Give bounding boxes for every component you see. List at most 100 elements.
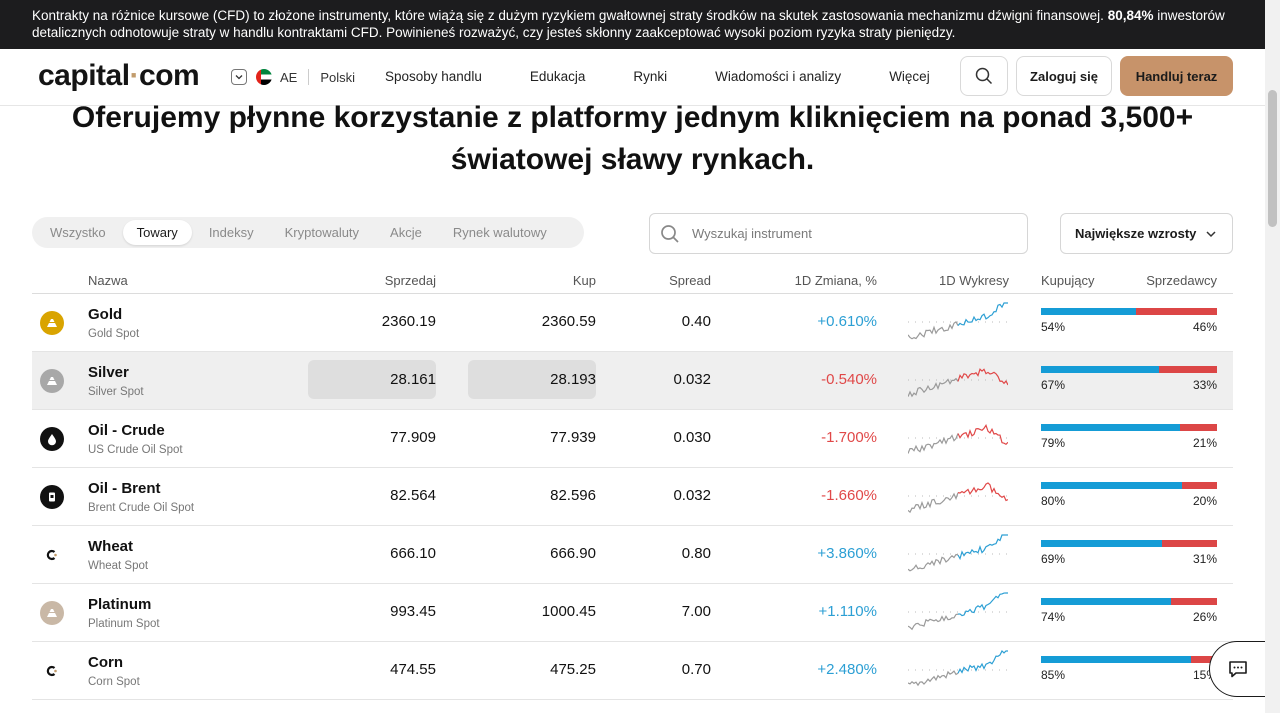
chevron-down-icon [1206,231,1216,238]
sentiment-bar [1041,540,1217,547]
region-code: AE [280,69,298,85]
sellers-fill [1136,308,1217,315]
trade-now-button[interactable]: Handluj teraz [1120,56,1233,96]
sellers-fill [1162,540,1217,547]
col-spread[interactable]: Spread [669,273,711,288]
sell-price[interactable]: 2360.19 [382,313,436,330]
table-row[interactable]: Gold Gold Spot 2360.19 2360.59 0.40 +0.610% 54… [32,294,1233,352]
table-row[interactable]: Corn Corn Spot 474.55 475.25 0.70 +2.480% 85% 1… [32,642,1233,700]
table-row[interactable]: Platinum Platinum Spot 993.45 1000.45 7.00 +1… [32,584,1233,642]
chat-bubble-icon [1228,661,1247,678]
spread-value: 0.80 [681,545,711,562]
tab-commodities[interactable]: Towary [122,220,192,245]
asset-name[interactable]: Wheat [88,538,133,555]
buyers-fill [1041,598,1172,605]
sellers-percent: 33% [1192,378,1217,392]
main-nav: Sposoby handlu Edukacja Rynki Wiadomości… [385,69,978,84]
tab-indices[interactable]: Indeksy [195,220,268,245]
sentiment-bar [1041,482,1217,489]
language-label[interactable]: Polski [320,70,355,85]
sell-price[interactable]: 28.161 [390,371,436,388]
asset-subtitle: Gold Spot [88,328,140,340]
tab-shares[interactable]: Akcje [376,220,436,245]
change-percent: -1.660% [821,487,877,504]
sell-price[interactable]: 474.55 [390,661,436,678]
tab-all[interactable]: Wszystko [36,220,120,245]
logo-dot: · [129,59,140,92]
sell-price[interactable]: 993.45 [390,603,436,620]
scrollbar-thumb[interactable] [1268,90,1277,227]
sellers-fill [1180,424,1217,431]
asset-name[interactable]: Gold [88,306,122,323]
buy-price[interactable]: 666.90 [550,545,596,562]
sparkline-chart [908,423,1008,454]
header-search-button[interactable] [960,56,1008,96]
col-name[interactable]: Nazwa [88,273,128,288]
buy-price[interactable]: 1000.45 [542,603,596,620]
oil-drop-icon [40,427,64,451]
asset-subtitle: US Crude Oil Spot [88,444,183,456]
change-percent: +0.610% [817,313,877,330]
tab-crypto[interactable]: Kryptowaluty [271,220,373,245]
chevron-down-icon[interactable] [231,69,247,85]
buy-price[interactable]: 82.596 [550,487,596,504]
capital-logo-icon [40,659,64,683]
col-sell[interactable]: Sprzedaj [385,273,436,288]
login-button[interactable]: Zaloguj się [1016,56,1112,96]
change-percent: +1.110% [818,603,877,620]
buy-price[interactable]: 77.939 [550,429,596,446]
table-row[interactable]: Silver Silver Spot 28.161 28.193 0.032 -0.540… [32,352,1233,410]
nav-item-more[interactable]: Więcej [889,69,930,84]
silver-bars-icon [40,369,64,393]
table-row[interactable]: Oil - Crude US Crude Oil Spot 77.909 77.939… [32,410,1233,468]
sparkline-chart [908,302,1008,340]
nav-item-education[interactable]: Edukacja [530,69,586,84]
locale-selector[interactable]: AE Polski [231,68,355,86]
risk-text: Kontrakty na różnice kursowe (CFD) to zł… [32,8,1104,23]
asset-name[interactable]: Oil - Crude [88,422,165,439]
nav-item-markets[interactable]: Rynki [633,69,667,84]
sparkline-chart [908,592,1008,631]
tab-forex[interactable]: Rynek walutowy [439,220,561,245]
capital-com-logo[interactable]: capital·com [38,59,200,93]
buy-price[interactable]: 475.25 [550,661,596,678]
instrument-search[interactable] [649,213,1028,254]
buy-price[interactable]: 2360.59 [542,313,596,330]
chat-button[interactable] [1209,641,1265,697]
sell-price[interactable]: 82.564 [390,487,436,504]
col-sellers: Sprzedawcy [1146,273,1217,288]
asset-subtitle: Wheat Spot [88,560,149,572]
asset-name[interactable]: Platinum [88,596,151,613]
nav-item-news[interactable]: Wiadomości i analizy [715,69,841,84]
col-chart: 1D Wykresy [939,273,1009,288]
page-scrollbar[interactable] [1265,0,1280,713]
spread-value: 0.032 [673,487,711,504]
asset-name[interactable]: Corn [88,654,123,671]
sell-price[interactable]: 77.909 [390,429,436,446]
sellers-percent: 46% [1192,320,1217,334]
capital-logo-icon [40,543,64,567]
asset-name[interactable]: Oil - Brent [88,480,161,497]
nav-item-trading-methods[interactable]: Sposoby handlu [385,69,482,84]
buy-price[interactable]: 28.193 [550,371,596,388]
sell-price[interactable]: 666.10 [390,545,436,562]
sparkline-chart [908,534,1008,572]
col-buy[interactable]: Kup [573,273,596,288]
asset-subtitle: Brent Crude Oil Spot [88,502,195,514]
table-row[interactable]: Oil - Brent Brent Crude Oil Spot 82.564 82.… [32,468,1233,526]
table-row[interactable]: Wheat Wheat Spot 666.10 666.90 0.80 +3.860% 69… [32,526,1233,584]
col-change[interactable]: 1D Zmiana, % [795,273,877,288]
sellers-percent: 21% [1192,436,1217,450]
sentiment-bar [1041,308,1217,315]
sellers-percent: 31% [1192,552,1217,566]
buyers-percent: 80% [1041,494,1066,508]
buyers-percent: 79% [1041,436,1066,450]
sort-dropdown[interactable]: Największe wzrosty [1060,213,1233,254]
sparkline-chart [908,368,1008,398]
instrument-search-input[interactable] [692,226,992,241]
oil-barrel-icon [40,485,64,509]
buyers-fill [1041,424,1181,431]
search-icon [661,224,679,243]
sellers-fill [1158,366,1217,373]
asset-name[interactable]: Silver [88,364,129,381]
